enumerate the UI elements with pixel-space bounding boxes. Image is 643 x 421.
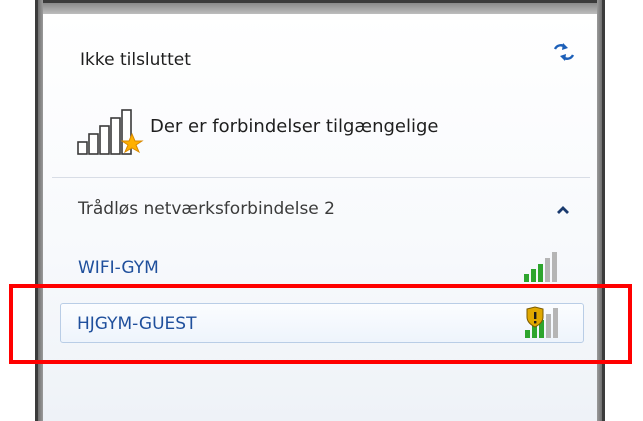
refresh-arrows-icon[interactable]	[552, 42, 576, 62]
connections-available-text: Der er forbindelser tilgængelige	[150, 116, 439, 137]
connection-status-title: Ikke tilsluttet	[80, 50, 191, 70]
network-item-hjgym-guest[interactable]: HJGYM-GUEST	[60, 303, 584, 343]
window-frame-top	[35, 0, 605, 14]
screenshot-stage: Ikke tilsluttet Der er forbindelser tilg…	[0, 0, 643, 421]
network-bars-star-icon	[77, 109, 144, 155]
window-frame-left	[35, 0, 43, 421]
signal-strength-icon	[524, 252, 557, 282]
wireless-adapter-title: Trådløs netværksforbindelse 2	[78, 199, 335, 219]
chevron-up-icon[interactable]	[556, 204, 570, 216]
section-divider	[52, 177, 590, 178]
window-frame-right	[597, 0, 605, 421]
network-name: WIFI-GYM	[78, 258, 159, 278]
network-name: HJGYM-GUEST	[77, 314, 197, 334]
security-shield-signal-icon	[525, 306, 558, 338]
network-item-wifi-gym[interactable]: WIFI-GYM	[60, 248, 584, 288]
